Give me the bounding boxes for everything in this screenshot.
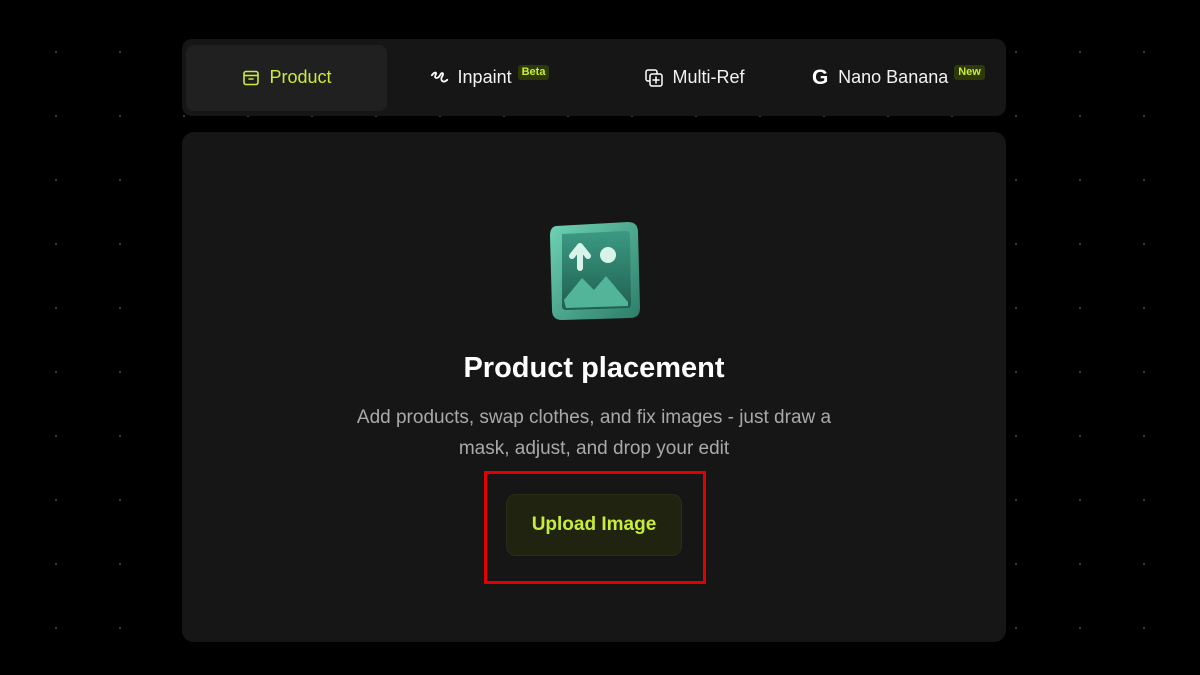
page-title: Product placement — [463, 352, 725, 384]
tab-label: Product — [269, 67, 332, 87]
upload-image-button[interactable]: Upload Image — [506, 494, 682, 556]
new-badge: New — [954, 65, 985, 80]
google-g-icon: G — [811, 65, 829, 89]
tab-label: Nano Banana — [838, 67, 949, 87]
description-text: Add products, swap clothes, and fix imag… — [356, 407, 832, 459]
brush-squiggle-icon — [430, 68, 450, 88]
tab-multi-ref[interactable]: Multi-Ref — [592, 45, 797, 111]
tab-label: Inpaint — [457, 67, 512, 87]
app-background: Product Inpaint Beta Multi-Ref G Nano Ba… — [0, 0, 1200, 675]
beta-badge: Beta — [517, 65, 550, 80]
tab-inpaint[interactable]: Inpaint Beta — [387, 45, 592, 111]
tab-label: Multi-Ref — [672, 67, 745, 87]
image-upload-icon — [548, 220, 642, 322]
stack-plus-icon — [644, 68, 664, 88]
archive-box-icon — [241, 68, 261, 88]
product-placement-panel: Product placement Add products, swap clo… — [182, 132, 1006, 642]
tab-product[interactable]: Product — [186, 44, 387, 111]
mode-tab-bar: Product Inpaint Beta Multi-Ref G Nano Ba… — [182, 39, 1006, 116]
tab-nano-banana[interactable]: G Nano Banana New — [797, 45, 998, 111]
